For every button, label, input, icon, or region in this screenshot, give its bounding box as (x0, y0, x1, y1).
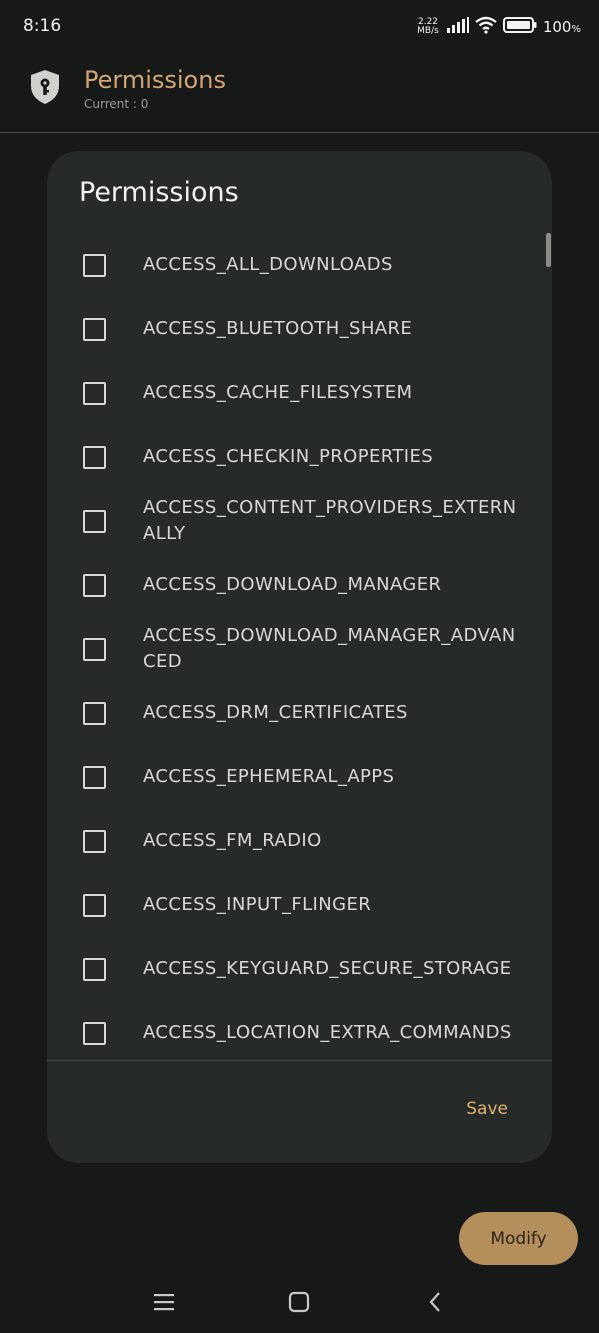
permission-label: ACCESS_KEYGUARD_SECURE_STORAGE (143, 958, 512, 979)
status-time: 8:16 (23, 16, 62, 36)
permission-item[interactable]: ACCESS_EPHEMERAL_APPS (47, 745, 552, 809)
permission-item[interactable]: ACCESS_FM_RADIO (47, 809, 552, 873)
dialog-divider (47, 1060, 552, 1061)
permission-item[interactable]: ACCESS_CONTENT_PROVIDERS_EXTERNALLY (47, 489, 552, 553)
scrollbar-thumb[interactable] (546, 233, 551, 267)
permission-label: ACCESS_DRM_CERTIFICATES (143, 702, 408, 723)
permission-checkbox[interactable] (83, 510, 106, 533)
permission-checkbox[interactable] (83, 958, 106, 981)
navigation-bar (0, 1270, 599, 1333)
permission-item[interactable]: ACCESS_CHECKIN_PROPERTIES (47, 425, 552, 489)
permission-label: ACCESS_ALL_DOWNLOADS (143, 254, 393, 275)
permission-label: ACCESS_EPHEMERAL_APPS (143, 766, 395, 787)
status-bar: 8:16 2.22 MB/s 100% (0, 0, 599, 54)
battery-percent-unit: % (571, 24, 581, 35)
permission-label: ACCESS_FM_RADIO (143, 830, 322, 851)
network-speed: 2.22 MB/s (417, 18, 439, 36)
permission-list[interactable]: ACCESS_ALL_DOWNLOADS ACCESS_BLUETOOTH_SHA… (47, 233, 552, 1060)
permission-checkbox[interactable] (83, 254, 106, 277)
permission-checkbox[interactable] (83, 702, 106, 725)
network-speed-unit: MB/s (417, 26, 439, 36)
back-icon[interactable] (420, 1287, 450, 1317)
permission-label: ACCESS_CHECKIN_PROPERTIES (143, 446, 434, 467)
page-title: Permissions (84, 66, 226, 94)
signal-icon (446, 17, 469, 37)
permission-item[interactable]: ACCESS_DRM_CERTIFICATES (47, 681, 552, 745)
app-header: Permissions Current : 0 (0, 54, 599, 133)
permission-checkbox[interactable] (83, 382, 106, 405)
permission-item[interactable]: ACCESS_DOWNLOAD_MANAGER_ADVANCED (47, 617, 552, 681)
status-indicators: 2.22 MB/s 100% (417, 14, 581, 40)
permission-label: ACCESS_DOWNLOAD_MANAGER (143, 574, 442, 595)
permission-label: ACCESS_CACHE_FILESYSTEM (143, 382, 413, 403)
permission-item[interactable]: ACCESS_DOWNLOAD_MANAGER (47, 553, 552, 617)
shield-key-icon (28, 68, 62, 106)
permission-checkbox[interactable] (83, 318, 106, 341)
permission-label: ACCESS_INPUT_FLINGER (143, 894, 372, 915)
permission-item[interactable]: ACCESS_LOCATION_EXTRA_COMMANDS (47, 1001, 552, 1060)
save-button[interactable]: Save (466, 1099, 508, 1119)
permission-item[interactable]: ACCESS_KEYGUARD_SECURE_STORAGE (47, 937, 552, 1001)
current-count: Current : 0 (84, 97, 149, 111)
permission-checkbox[interactable] (83, 894, 106, 917)
battery-icon (502, 17, 537, 37)
permission-label: ACCESS_DOWNLOAD_MANAGER_ADVANCED (143, 625, 516, 672)
permission-checkbox[interactable] (83, 830, 106, 853)
permission-checkbox[interactable] (83, 1022, 106, 1045)
permission-item[interactable]: ACCESS_ALL_DOWNLOADS (47, 233, 552, 297)
home-icon[interactable] (284, 1287, 314, 1317)
permission-label: ACCESS_BLUETOOTH_SHARE (143, 318, 413, 339)
dialog-title: Permissions (79, 177, 239, 208)
permissions-dialog: Permissions ACCESS_ALL_DOWNLOADS ACCESS_B… (47, 151, 552, 1163)
permission-item[interactable]: ACCESS_INPUT_FLINGER (47, 873, 552, 937)
menu-icon[interactable] (149, 1287, 179, 1317)
permission-label: ACCESS_LOCATION_EXTRA_COMMANDS (143, 1022, 512, 1043)
permission-checkbox[interactable] (83, 446, 106, 469)
permission-checkbox[interactable] (83, 766, 106, 789)
modify-button[interactable]: Modify (459, 1212, 578, 1265)
battery-percent-value: 100 (542, 18, 572, 36)
battery-percent: 100% (543, 18, 581, 36)
permission-checkbox[interactable] (83, 574, 106, 597)
permission-checkbox[interactable] (83, 638, 106, 661)
permission-item[interactable]: ACCESS_BLUETOOTH_SHARE (47, 297, 552, 361)
permission-item[interactable]: ACCESS_CACHE_FILESYSTEM (47, 361, 552, 425)
wifi-icon (475, 16, 497, 38)
permission-label: ACCESS_CONTENT_PROVIDERS_EXTERNALLY (143, 497, 517, 544)
